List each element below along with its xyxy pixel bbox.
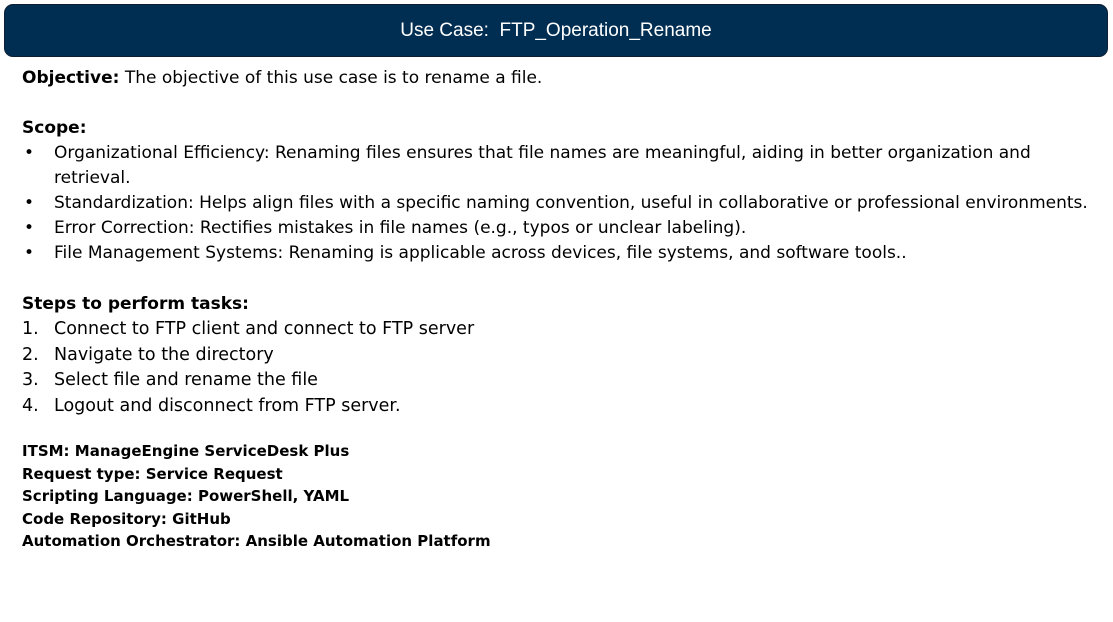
bullet-icon: • [24, 143, 35, 163]
content-body: Objective: The objective of this use cas… [22, 66, 1107, 553]
scope-item-text: File Management Systems: Renaming is app… [54, 243, 907, 263]
scripting-language-line: Scripting Language: PowerShell, YAML [22, 487, 350, 505]
step-text: Navigate to the directory [54, 344, 274, 365]
objective-label: Objective: [22, 68, 120, 88]
step-number: 2. [22, 344, 39, 365]
step-item: 1. Connect to FTP client and connect to F… [22, 317, 1107, 343]
steps-list: 1. Connect to FTP client and connect to F… [22, 317, 1107, 419]
slide: Use Case: FTP_Operation_Rename Objective… [0, 0, 1113, 622]
automation-orchestrator-line: Automation Orchestrator: Ansible Automat… [22, 532, 491, 550]
scope-item: • File Management Systems: Renaming is ap… [22, 241, 1107, 266]
metadata-block: ITSM: ManageEngine ServiceDesk Plus Requ… [22, 440, 1107, 553]
scope-heading: Scope: [22, 118, 87, 138]
step-number: 4. [22, 395, 39, 416]
bullet-icon: • [24, 218, 35, 238]
step-item: 3. Select file and rename the file [22, 368, 1107, 394]
step-item: 4. Logout and disconnect from FTP server. [22, 394, 1107, 420]
scope-item-text: Organizational Efficiency: Renaming file… [54, 143, 1031, 188]
step-number: 1. [22, 319, 39, 339]
step-item: 2. Navigate to the directory [22, 343, 1107, 369]
steps-heading: Steps to perform tasks: [22, 294, 249, 314]
page-title: Use Case: FTP_Operation_Rename [400, 19, 712, 41]
scope-item: • Error Correction: Rectifies mistakes in… [22, 216, 1107, 241]
step-number: 3. [22, 370, 39, 390]
scope-item: • Standardization: Helps align files with… [22, 191, 1107, 216]
scope-item-text: Standardization: Helps align files with … [54, 193, 1088, 213]
objective-line: Objective: The objective of this use cas… [22, 66, 1107, 90]
step-text: Logout and disconnect from FTP server. [54, 395, 401, 416]
scope-item-text: Error Correction: Rectifies mistakes in … [54, 218, 747, 238]
scope-list: • Organizational Efficiency: Renaming fil… [22, 141, 1107, 266]
scope-item: • Organizational Efficiency: Renaming fil… [22, 141, 1107, 191]
step-text: Select file and rename the file [54, 370, 318, 390]
itsm-line: ITSM: ManageEngine ServiceDesk Plus [22, 442, 350, 460]
bullet-icon: • [24, 193, 35, 213]
bullet-icon: • [24, 243, 35, 263]
objective-text: The objective of this use case is to ren… [124, 68, 543, 88]
step-text: Connect to FTP client and connect to FTP… [54, 319, 475, 339]
request-type-line: Request type: Service Request [22, 464, 283, 483]
title-banner: Use Case: FTP_Operation_Rename [4, 4, 1108, 57]
code-repository-line: Code Repository: GitHub [22, 509, 231, 528]
